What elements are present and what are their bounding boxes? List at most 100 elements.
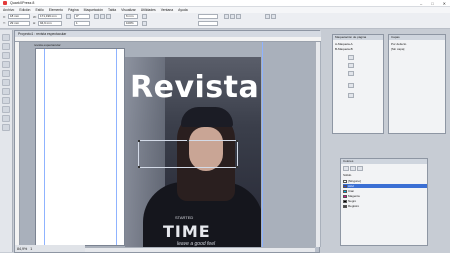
resize-handle[interactable] [236,140,238,142]
menu-archivo[interactable]: Archivo [3,8,14,12]
color-fill-icon[interactable] [357,166,363,171]
y-label: Y: [3,21,6,25]
text-justify-icon[interactable] [271,14,276,19]
gutter-field[interactable]: 6 mm [124,14,138,19]
page-number[interactable]: 1 [30,247,32,251]
width-field[interactable]: 171,199 mm [38,14,62,19]
menu-ventana[interactable]: Ventana [161,8,173,12]
table-tool-icon[interactable] [2,106,10,113]
color-frame-icon[interactable] [343,166,349,171]
flip-v-icon[interactable] [142,21,147,26]
zoom-tool-icon[interactable] [2,61,10,68]
y-field[interactable]: 29 mm [8,21,30,26]
zoom-level[interactable]: 84,9% [17,247,27,251]
layout-tab[interactable]: revista espectacular [34,43,61,47]
align-center-icon[interactable] [100,14,105,19]
close-icon[interactable]: ✕ [443,1,446,6]
window-title: QuarkXPress 8 [10,1,35,5]
menu-visualizar[interactable]: Visualizar [121,8,136,12]
leading-field[interactable] [198,21,218,26]
minimize-icon[interactable]: – [420,1,422,6]
page-thumb-icon[interactable] [348,93,354,98]
menu-pagina[interactable]: Página [68,8,79,12]
app-icon [3,1,7,5]
x-label: X: [3,15,6,19]
h-label: H: [33,21,36,25]
resize-handle[interactable] [138,166,140,168]
line-tool-icon[interactable] [2,88,10,95]
page-thumb-icon[interactable] [348,55,354,60]
swatch [343,179,347,183]
bold-icon[interactable] [224,14,229,19]
left-page[interactable] [35,48,125,246]
text-box-tool-icon[interactable] [2,70,10,77]
color-row-registro[interactable]: Registro [343,204,427,208]
align-left-icon[interactable] [94,14,99,19]
document-title: Proyecto1 : revista espectacular [18,32,67,36]
menu-tabla[interactable]: Tabla [108,8,116,12]
x-field[interactable]: 18 mm [8,14,30,19]
bezier-tool-icon[interactable] [2,97,10,104]
page-layout-panel: Maquetación de página A-Maqueta-A B-Maqu… [332,34,384,134]
photo-cap [181,107,233,127]
page-layout-title: Maquetación de página [333,35,383,40]
menu-estilo[interactable]: Estilo [35,8,43,12]
picture-box-tool-icon[interactable] [2,79,10,86]
zoom-field[interactable]: 100% [124,21,138,26]
layer-row[interactable]: [Sin capa] [391,47,404,51]
menu-elemento[interactable]: Elemento [49,8,63,12]
font-size-field[interactable] [198,14,218,19]
italic-icon[interactable] [230,14,235,19]
swatch [343,204,347,208]
title-bar: QuarkXPress 8 – □ ✕ [0,0,450,7]
lock-icon[interactable] [66,14,71,19]
hoodie-print-sub: STARTED [175,215,194,220]
document-window: Proyecto1 : revista espectacular revista… [14,30,321,253]
resize-handle[interactable] [236,166,238,168]
link-tool-icon[interactable] [2,115,10,122]
page-thumb-icon[interactable] [348,71,354,76]
master-a[interactable]: A-Maqueta-A [335,42,353,46]
resize-handle[interactable] [138,140,140,142]
align-right-icon[interactable] [106,14,111,19]
item-tool-icon[interactable] [2,34,10,41]
menu-ayuda[interactable]: Ayuda [178,8,188,12]
color-text-icon[interactable] [350,166,356,171]
page-thumb-icon[interactable] [348,83,354,88]
pasteboard[interactable]: revista espectacular STARTED TIME leave … [20,42,321,252]
color-row-magenta[interactable]: Magenta [343,194,427,198]
colors-panel: Colores Sólido [Ninguno] Azul Cian Magen… [340,158,428,246]
masthead-text[interactable]: Revista [130,70,259,105]
content-tool-icon[interactable] [2,43,10,50]
flip-h-icon[interactable] [142,14,147,19]
vertical-scrollbar[interactable] [315,42,320,247]
color-row-cian[interactable]: Cian [343,189,427,193]
color-mode[interactable]: Sólido [343,173,351,177]
resize-handle[interactable] [187,140,189,142]
columns-field[interactable]: 1 [74,21,90,26]
master-b[interactable]: B-Maqueta-B [335,47,353,51]
color-row-negro[interactable]: Negro [343,199,427,203]
text-align-icon[interactable] [265,14,270,19]
color-row-none[interactable]: [Ninguno] [343,179,427,183]
page-edge-guide [262,42,263,247]
swatch [343,199,347,203]
swatch [343,189,347,193]
pan-tool-icon[interactable] [2,124,10,131]
menu-edicion[interactable]: Edición [19,8,30,12]
swatch [343,184,347,188]
w-label: W: [33,15,37,19]
page-thumb-icon[interactable] [348,63,354,68]
rotation-tool-icon[interactable] [2,52,10,59]
selection-box[interactable] [138,140,238,168]
color-row-azul[interactable]: Azul [343,184,427,188]
colors-title: Colores [341,159,427,164]
underline-icon[interactable] [236,14,241,19]
layer-row[interactable]: Por defecto [391,42,406,46]
maximize-icon[interactable]: □ [431,1,433,6]
menu-maquetacion[interactable]: Maquetación [84,8,103,12]
margin-guide [116,49,117,245]
angle-field[interactable]: 0° [74,14,90,19]
menu-utilidades[interactable]: Utilidades [141,8,156,12]
height-field[interactable]: 94,9 mm [38,21,62,26]
